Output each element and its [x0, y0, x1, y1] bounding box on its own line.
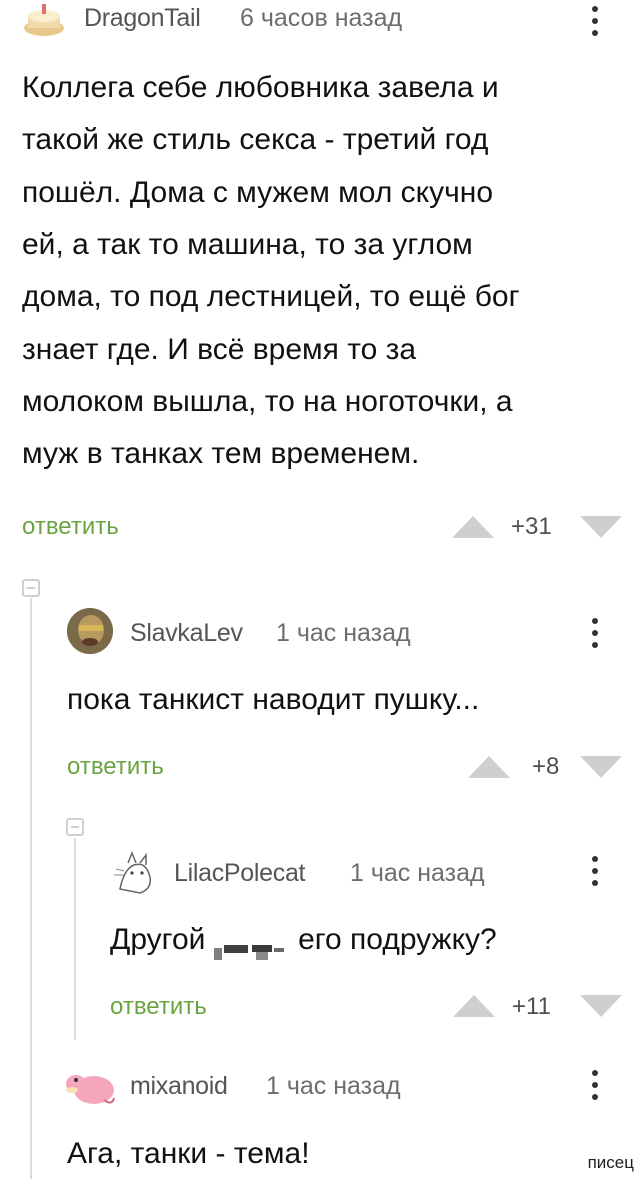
thread-line [74, 838, 76, 1040]
thread-line [30, 598, 32, 1179]
text-line: ей, а так то машина, то за углом [22, 228, 473, 261]
text-line: молоком вышла, то на ноготочки, а [22, 385, 513, 418]
downvote-triangle-icon[interactable] [580, 516, 622, 538]
upvote-triangle-icon[interactable] [452, 516, 494, 538]
comment-timestamp: 1 час назад [276, 619, 411, 647]
kebab-menu-icon[interactable] [591, 856, 599, 892]
comment-timestamp: 1 час назад [266, 1072, 401, 1100]
comment-text: пока танкист наводит пушку... [67, 683, 480, 716]
avatar-dragontail[interactable] [22, 2, 66, 38]
author-name[interactable]: DragonTail [84, 4, 201, 33]
upvote-triangle-icon[interactable] [453, 995, 495, 1017]
author-name[interactable]: LilacPolecat [174, 859, 306, 888]
text-line: дома, то под лестницей, то ещё бог [22, 280, 520, 313]
comment-text: Ага, танки - тема! [67, 1137, 310, 1170]
cake-avatar-icon [24, 4, 64, 36]
text-line: знает где. И всё время то за [22, 333, 417, 366]
avatar-mixanoid[interactable] [64, 1060, 116, 1110]
author-name[interactable]: SlavkaLev [130, 619, 243, 648]
text-line: такой же стиль секса - третий год [22, 123, 489, 156]
kebab-menu-icon[interactable] [591, 618, 599, 654]
watermark: писец [587, 1153, 634, 1172]
sketch-avatar-icon [114, 850, 152, 894]
author-name[interactable]: mixanoid [130, 1072, 228, 1101]
rating-score: +31 [511, 513, 552, 540]
upvote-triangle-icon[interactable] [468, 756, 510, 778]
reply-link[interactable]: ответить [67, 753, 164, 781]
reply-link[interactable]: ответить [110, 993, 207, 1021]
rating-score: +11 [512, 993, 551, 1020]
collapse-thread-icon[interactable] [66, 818, 84, 836]
collapse-thread-icon[interactable] [22, 579, 40, 597]
reply-link[interactable]: ответить [22, 513, 119, 541]
rating-score: +8 [532, 753, 560, 780]
kebab-menu-icon[interactable] [591, 1070, 599, 1106]
text-line: Коллега себе любовника завела и [22, 71, 499, 104]
comment-timestamp: 6 часов назад [240, 4, 403, 32]
slowpoke-avatar-icon [66, 1075, 115, 1104]
text-line: пошёл. Дома с мужем мол скучно [22, 176, 494, 209]
downvote-triangle-icon[interactable] [580, 756, 622, 778]
user-avatar-icon [67, 608, 113, 654]
comment-timestamp: 1 час назад [350, 859, 485, 887]
kebab-menu-icon[interactable] [591, 6, 599, 42]
avatar-lilacpolecat[interactable] [110, 849, 160, 897]
comment-text: Другой его подружку? [110, 914, 497, 966]
text-fragment: Другой [110, 923, 214, 956]
text-fragment: его подружку? [289, 923, 497, 956]
text-line: муж в танках тем временем. [22, 437, 420, 470]
downvote-triangle-icon[interactable] [580, 995, 622, 1017]
avatar-slavkalev[interactable] [67, 608, 113, 654]
censor-blur-icon [213, 927, 290, 961]
